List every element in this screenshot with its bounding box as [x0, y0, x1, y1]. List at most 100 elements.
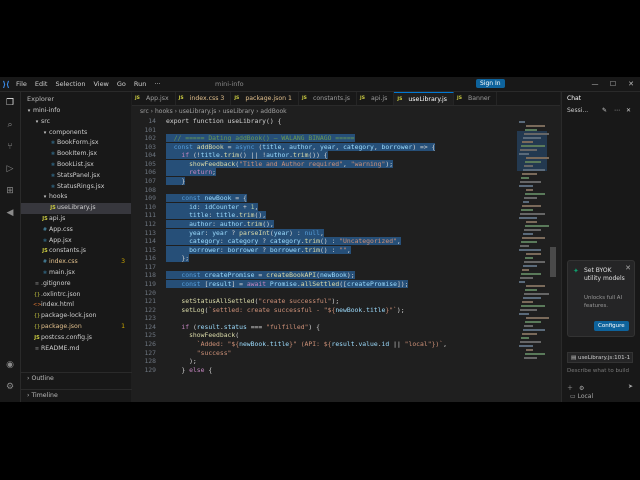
menu-go[interactable]: Go — [113, 80, 130, 88]
code-line[interactable]: 112 author: author.trim(), — [132, 219, 516, 229]
tools-icon[interactable]: ⚙ — [579, 385, 584, 392]
file-item[interactable]: ⚛ App.jsx — [21, 236, 131, 247]
account-icon[interactable]: ◉ — [3, 358, 17, 372]
close-window-icon[interactable]: ✕ — [622, 77, 640, 91]
code-line[interactable]: 119 const [result] = await Promise.allSe… — [132, 279, 516, 289]
file-item[interactable]: # index.css 3 — [21, 257, 131, 268]
code-line[interactable]: 115 borrower: borrower ? borrower.trim()… — [132, 245, 516, 255]
editor-tab[interactable]: package.json 1 — [231, 92, 299, 105]
code-line[interactable]: 103 const addBook = async (title, author… — [132, 142, 516, 152]
chat-session-row[interactable]: Sessi... ✎ ⋯ ✕ — [562, 105, 640, 117]
code-line[interactable]: 125 showFeedback( — [132, 331, 516, 340]
editor-tab[interactable]: api.js — [357, 92, 395, 105]
outline-section[interactable]: › Outline — [21, 372, 137, 385]
code-line[interactable]: 128 ); — [132, 357, 516, 366]
code-line[interactable]: 117 — [132, 263, 516, 272]
tree-item-label: constants.js — [49, 247, 87, 255]
file-item[interactable]: # App.css — [21, 225, 131, 236]
code-line[interactable]: 105 showFeedback("Title and Author requi… — [132, 159, 516, 169]
menu-more[interactable]: ··· — [150, 80, 164, 88]
file-item[interactable]: ⚛ BookForm.jsx — [21, 138, 131, 149]
file-item[interactable]: ⚛ BookList.jsx — [21, 160, 131, 171]
send-icon[interactable]: ➤ — [628, 383, 633, 390]
code-line[interactable]: 127 "success" — [132, 349, 516, 358]
code-line[interactable]: 124 if (result.status === "fulfilled") { — [132, 323, 516, 332]
code-line[interactable]: 122 setLog(`settled: create successful -… — [132, 306, 516, 315]
settings-gear-icon[interactable]: ⚙ — [3, 380, 17, 394]
file-item[interactable]: ⚛ StatsPanel.jsx — [21, 171, 131, 182]
menu-edit[interactable]: Edit — [31, 80, 52, 88]
code-line[interactable]: 110 id: idCounter + 1, — [132, 202, 516, 212]
menu-file[interactable]: File — [12, 80, 31, 88]
new-chat-icon[interactable]: ✎ — [602, 105, 607, 117]
code-line[interactable]: 121 setStatusAllSettled("create successf… — [132, 297, 516, 306]
code-line[interactable]: 104 if (!title.trim() || !author.trim())… — [132, 151, 516, 160]
file-item[interactable]: ⚛ main.jsx — [21, 268, 131, 279]
code-line[interactable]: 123 — [132, 314, 516, 323]
add-context-icon[interactable]: ＋ — [567, 385, 573, 392]
editor-tab[interactable]: useLibrary.js — [394, 92, 455, 105]
search-icon[interactable]: ⌕ — [3, 118, 17, 132]
editor-tab[interactable]: constants.js — [299, 92, 358, 105]
file-item[interactable]: {}package.json 1 — [21, 322, 131, 333]
minimize-icon[interactable]: — — [586, 77, 604, 91]
file-item[interactable]: JSconstants.js — [21, 246, 131, 257]
code-line[interactable]: 114 category: category ? category.trim()… — [132, 237, 516, 246]
code-line[interactable]: 120 — [132, 289, 516, 298]
agent-selector[interactable]: ▭ Local — [570, 393, 593, 400]
editor-scrollbar[interactable] — [550, 247, 556, 277]
code-line[interactable]: 108 — [132, 186, 516, 195]
close-icon[interactable]: ✕ — [626, 105, 631, 117]
file-item[interactable]: ≡ README.md — [21, 344, 131, 355]
source-control-icon[interactable]: ⑂ — [3, 140, 17, 154]
folder-item[interactable]: ▾ components — [21, 128, 131, 139]
code-line[interactable]: 116 }; — [132, 254, 516, 263]
editor-tab[interactable]: App.jsx — [132, 92, 176, 105]
menu-view[interactable]: View — [89, 80, 112, 88]
file-item[interactable]: {}package-lock.json — [21, 311, 131, 322]
code-line[interactable]: 106 return; — [132, 168, 516, 177]
code-editor[interactable]: 14 export function useLibrary() {101 102 /… — [132, 117, 516, 402]
file-item[interactable]: ⚛ BookItem.jsx — [21, 149, 131, 160]
code-line[interactable]: 109 const newBook = { — [132, 194, 516, 203]
file-item[interactable]: {}.oxlintrc.json — [21, 290, 131, 301]
menu-selection[interactable]: Selection — [51, 80, 89, 88]
remote-icon[interactable]: ◀ — [3, 206, 17, 220]
editor-tab[interactable]: Banner — [454, 92, 498, 105]
file-item[interactable]: ≡ .gitignore — [21, 279, 131, 290]
breadcrumb[interactable]: src › hooks › useLibrary.js › useLibrary… — [132, 106, 560, 117]
editor-tab[interactable]: index.css 3 — [176, 92, 232, 105]
code-line[interactable]: 126 `Added: "${newBook.title}" (API: ${r… — [132, 340, 516, 349]
extensions-icon[interactable]: ⊞ — [3, 184, 17, 198]
code-line[interactable]: 129 } else { — [132, 366, 516, 375]
file-item[interactable]: ⚛ StatusRings.jsx — [21, 182, 131, 193]
minimap[interactable] — [517, 117, 549, 402]
menu-run[interactable]: Run — [130, 80, 150, 88]
sticky-scroll-line[interactable]: 14 export function useLibrary() { — [132, 117, 516, 126]
file-item[interactable]: JSuseLibrary.js — [21, 203, 131, 214]
maximize-icon[interactable]: ☐ — [604, 77, 622, 91]
code-line[interactable]: 107 } — [132, 177, 516, 186]
configure-button[interactable]: Configure — [594, 321, 629, 331]
chat-input[interactable]: Describe what to build — [567, 368, 633, 378]
file-item[interactable]: JSapi.js — [21, 214, 131, 225]
code-line[interactable]: 102 // ===== Dating addBook() — WALANG B… — [132, 134, 516, 143]
window-title[interactable]: mini-info — [215, 80, 244, 88]
folder-item[interactable]: ▾ hooks — [21, 192, 131, 203]
code-text: category: category ? category.trim() : "… — [166, 237, 401, 246]
context-file-chip[interactable]: ▤ useLibrary.js:101-1 — [567, 352, 633, 363]
file-item[interactable]: <>index.html — [21, 300, 131, 311]
code-token: = — [223, 142, 236, 151]
file-item[interactable]: JSpostcss.config.js — [21, 333, 131, 344]
folder-item[interactable]: ▾ src — [21, 117, 131, 128]
explorer-icon[interactable]: ❐ — [3, 96, 17, 110]
code-line[interactable]: 111 title: title.trim(), — [132, 211, 516, 220]
sign-in-button[interactable]: Sign In — [476, 79, 505, 88]
code-line[interactable]: 101 — [132, 126, 516, 135]
more-icon[interactable]: ⋯ — [614, 105, 620, 117]
run-debug-icon[interactable]: ▷ — [3, 162, 17, 176]
code-line[interactable]: 118 const createPromise = createBookAPI(… — [132, 271, 516, 280]
code-line[interactable]: 113 year: year ? parseInt(year) : null, — [132, 228, 516, 238]
timeline-section[interactable]: › Timeline — [21, 389, 137, 402]
workspace-root[interactable]: ▾ mini-info — [21, 106, 131, 117]
